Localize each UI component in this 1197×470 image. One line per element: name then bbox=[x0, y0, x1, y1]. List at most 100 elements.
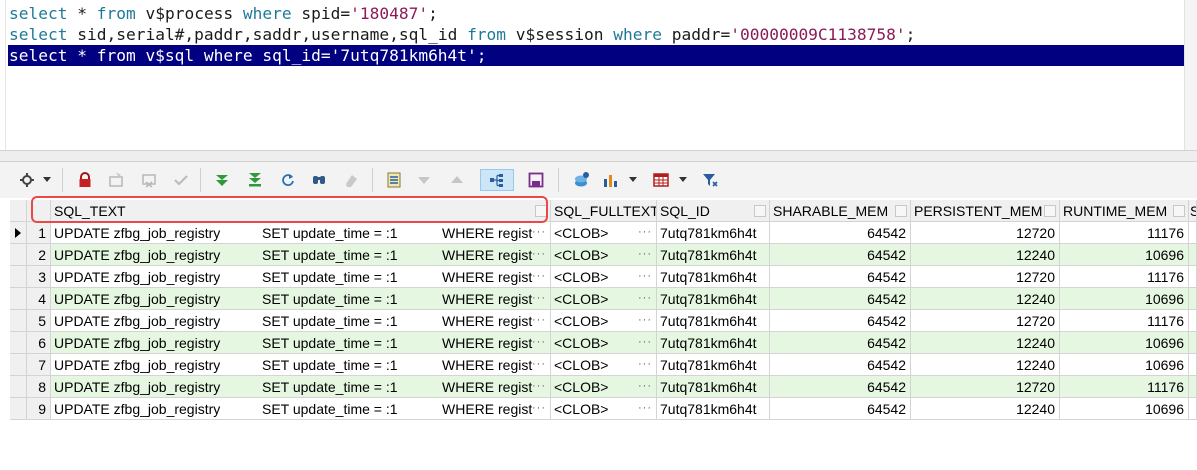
pane-splitter[interactable] bbox=[0, 150, 1197, 162]
cell-expand-icon[interactable]: ··· bbox=[532, 332, 546, 353]
row-number-cell[interactable]: 9 bbox=[27, 398, 51, 420]
column-header-persistent-mem[interactable]: PERSISTENT_MEM bbox=[911, 200, 1060, 222]
cell-sharable-mem[interactable]: 64542 bbox=[770, 310, 911, 332]
cell-persistent-mem[interactable]: 12720 bbox=[911, 266, 1060, 288]
cell-next-column[interactable] bbox=[1189, 398, 1197, 420]
cell-next-column[interactable] bbox=[1189, 310, 1197, 332]
cell-sql-text[interactable]: UPDATE zfbg_job_registry SET update_time … bbox=[51, 398, 551, 420]
cell-persistent-mem[interactable]: 12720 bbox=[911, 376, 1060, 398]
column-menu-button[interactable] bbox=[1044, 205, 1056, 217]
cell-sql-text[interactable]: UPDATE zfbg_job_registry SET update_time … bbox=[51, 288, 551, 310]
row-number-cell[interactable]: 3 bbox=[27, 266, 51, 288]
cell-sql-fulltext[interactable]: <CLOB> ··· bbox=[551, 398, 657, 420]
cell-sql-text[interactable]: UPDATE zfbg_job_registry SET update_time … bbox=[51, 332, 551, 354]
row-indicator-cell[interactable] bbox=[10, 244, 27, 266]
row-number-cell[interactable]: 7 bbox=[27, 354, 51, 376]
cell-sql-text[interactable]: UPDATE zfbg_job_registry SET update_time … bbox=[51, 354, 551, 376]
find-icon[interactable] bbox=[308, 169, 330, 191]
chevron-down-icon[interactable] bbox=[679, 177, 687, 182]
cell-sql-fulltext[interactable]: <CLOB> ··· bbox=[551, 266, 657, 288]
cell-expand-icon[interactable]: ··· bbox=[532, 398, 546, 419]
table-row[interactable]: 2 UPDATE zfbg_job_registry SET update_time… bbox=[10, 244, 1197, 266]
cell-sql-fulltext[interactable]: <CLOB> ··· bbox=[551, 288, 657, 310]
cell-sql-text[interactable]: UPDATE zfbg_job_registry SET update_time … bbox=[51, 310, 551, 332]
cell-sql-text[interactable]: UPDATE zfbg_job_registry SET update_time … bbox=[51, 376, 551, 398]
cell-runtime-mem[interactable]: 10696 bbox=[1060, 288, 1189, 310]
cell-next-column[interactable] bbox=[1189, 266, 1197, 288]
table-row[interactable]: 3 UPDATE zfbg_job_registry SET update_time… bbox=[10, 266, 1197, 288]
clear-filter-icon[interactable] bbox=[340, 169, 362, 191]
row-indicator-cell[interactable] bbox=[10, 266, 27, 288]
sql-line-3-selected[interactable]: select * from v$sql where sql_id='7utq78… bbox=[8, 45, 1186, 66]
cell-sql-fulltext[interactable]: <CLOB> ··· bbox=[551, 244, 657, 266]
cell-sql-id[interactable]: 7utq781km6h4t bbox=[657, 244, 770, 266]
row-indicator-cell[interactable] bbox=[10, 376, 27, 398]
cell-next-column[interactable] bbox=[1189, 244, 1197, 266]
table-row[interactable]: 1 UPDATE zfbg_job_registry SET update_time… bbox=[10, 222, 1197, 244]
row-indicator-cell[interactable] bbox=[10, 310, 27, 332]
table-row[interactable]: 4 UPDATE zfbg_job_registry SET update_time… bbox=[10, 288, 1197, 310]
column-header-sharable-mem[interactable]: SHARABLE_MEM bbox=[770, 200, 911, 222]
chevron-down-icon[interactable] bbox=[43, 177, 51, 182]
chevron-down-icon[interactable] bbox=[629, 177, 637, 182]
cell-expand-icon[interactable]: ··· bbox=[638, 310, 652, 331]
cell-persistent-mem[interactable]: 12240 bbox=[911, 244, 1060, 266]
cell-next-column[interactable] bbox=[1189, 288, 1197, 310]
lock-icon[interactable] bbox=[74, 169, 96, 191]
column-header-runtime-mem[interactable]: RUNTIME_MEM bbox=[1060, 200, 1189, 222]
cell-expand-icon[interactable]: ··· bbox=[638, 354, 652, 375]
table-row[interactable]: 8 UPDATE zfbg_job_registry SET update_time… bbox=[10, 376, 1197, 398]
post-changes-icon[interactable] bbox=[170, 169, 192, 191]
cell-sql-id[interactable]: 7utq781km6h4t bbox=[657, 332, 770, 354]
query-by-example-icon[interactable] bbox=[480, 169, 514, 191]
cell-expand-icon[interactable]: ··· bbox=[532, 310, 546, 331]
cell-expand-icon[interactable]: ··· bbox=[638, 398, 652, 419]
row-number-cell[interactable]: 6 bbox=[27, 332, 51, 354]
cell-sql-fulltext[interactable]: <CLOB> ··· bbox=[551, 310, 657, 332]
cell-expand-icon[interactable]: ··· bbox=[638, 332, 652, 353]
cell-sql-text[interactable]: UPDATE zfbg_job_registry SET update_time … bbox=[51, 266, 551, 288]
cell-expand-icon[interactable]: ··· bbox=[638, 222, 652, 243]
row-number-cell[interactable]: 8 bbox=[27, 376, 51, 398]
cell-sharable-mem[interactable]: 64542 bbox=[770, 288, 911, 310]
cell-sharable-mem[interactable]: 64542 bbox=[770, 332, 911, 354]
cell-sql-id[interactable]: 7utq781km6h4t bbox=[657, 398, 770, 420]
column-menu-button[interactable] bbox=[1173, 205, 1185, 217]
cell-sql-fulltext[interactable]: <CLOB> ··· bbox=[551, 332, 657, 354]
row-number-cell[interactable]: 2 bbox=[27, 244, 51, 266]
cell-sql-fulltext[interactable]: <CLOB> ··· bbox=[551, 354, 657, 376]
sql-line-2[interactable]: select sid,serial#,paddr,saddr,username,… bbox=[9, 24, 915, 45]
cell-sql-id[interactable]: 7utq781km6h4t bbox=[657, 354, 770, 376]
table-row[interactable]: 7 UPDATE zfbg_job_registry SET update_time… bbox=[10, 354, 1197, 376]
cell-runtime-mem[interactable]: 10696 bbox=[1060, 398, 1189, 420]
cell-persistent-mem[interactable]: 12240 bbox=[911, 398, 1060, 420]
refresh-icon[interactable] bbox=[277, 169, 299, 191]
cell-runtime-mem[interactable]: 10696 bbox=[1060, 244, 1189, 266]
single-record-view-icon[interactable] bbox=[383, 169, 405, 191]
export-icon[interactable] bbox=[571, 169, 593, 191]
editor-scrollbar[interactable] bbox=[1184, 0, 1197, 150]
cell-runtime-mem[interactable]: 11176 bbox=[1060, 266, 1189, 288]
sort-descending-icon[interactable] bbox=[413, 169, 435, 191]
cell-runtime-mem[interactable]: 11176 bbox=[1060, 222, 1189, 244]
cell-sharable-mem[interactable]: 64542 bbox=[770, 376, 911, 398]
delete-record-icon[interactable] bbox=[138, 169, 160, 191]
cell-expand-icon[interactable]: ··· bbox=[532, 354, 546, 375]
cell-sql-id[interactable]: 7utq781km6h4t bbox=[657, 376, 770, 398]
cell-sql-id[interactable]: 7utq781km6h4t bbox=[657, 222, 770, 244]
column-header-next[interactable]: S bbox=[1189, 200, 1197, 222]
column-header-sql-fulltext[interactable]: SQL_FULLTEXT bbox=[551, 200, 657, 222]
table-row[interactable]: 9 UPDATE zfbg_job_registry SET update_time… bbox=[10, 398, 1197, 420]
row-indicator-cell[interactable] bbox=[10, 354, 27, 376]
cell-next-column[interactable] bbox=[1189, 376, 1197, 398]
cell-sql-id[interactable]: 7utq781km6h4t bbox=[657, 310, 770, 332]
cell-sharable-mem[interactable]: 64542 bbox=[770, 398, 911, 420]
cell-persistent-mem[interactable]: 12240 bbox=[911, 354, 1060, 376]
sql-editor[interactable]: select * from v$process where spid='1804… bbox=[0, 0, 1197, 151]
fetch-next-icon[interactable] bbox=[211, 169, 233, 191]
cell-runtime-mem[interactable]: 11176 bbox=[1060, 376, 1189, 398]
save-icon[interactable] bbox=[525, 169, 547, 191]
cell-expand-icon[interactable]: ··· bbox=[532, 244, 546, 265]
row-number-cell[interactable]: 1 bbox=[27, 222, 51, 244]
sort-ascending-icon[interactable] bbox=[446, 169, 468, 191]
